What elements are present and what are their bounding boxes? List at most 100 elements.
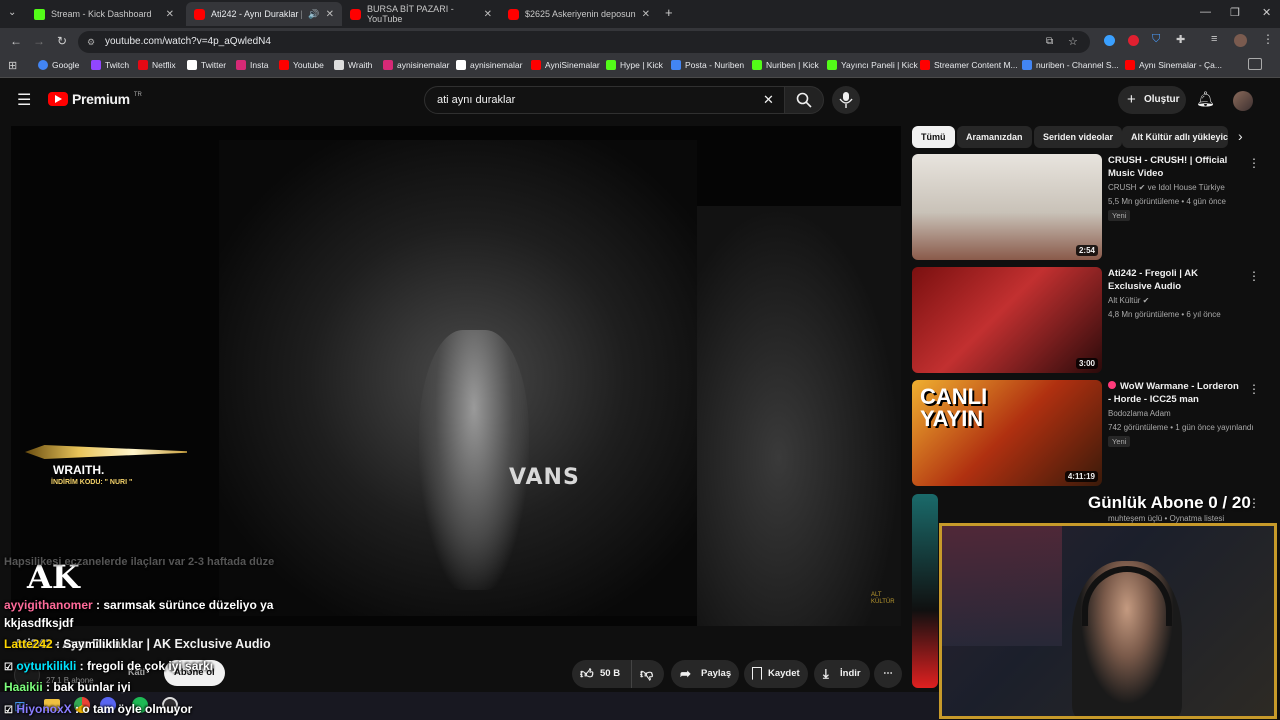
video-thumbnail[interactable]: CANLI YAYIN 4:11:19: [912, 380, 1102, 486]
x-icon: [456, 60, 466, 70]
youtube-icon: [279, 60, 289, 70]
tab-search-icon[interactable]: ⌄: [8, 7, 16, 18]
bookmark-item[interactable]: Google: [38, 60, 79, 70]
create-button[interactable]: + Oluştur: [1118, 86, 1186, 114]
channel-name[interactable]: CRUSH ✔ ve Idol House Türkiye: [1108, 183, 1225, 192]
address-bar[interactable]: ⚙ youtube.com/watch?v=4p_aQwledN4 ⧉ ☆: [78, 31, 1090, 53]
bookmark-item[interactable]: Nuriben | Kick: [752, 60, 819, 70]
chat-username: ayyigithanomer: [4, 598, 93, 612]
tab-current-video[interactable]: Ati242 - Aynı Duraklar | AK 🔊 ✕: [186, 2, 342, 26]
profile-avatar[interactable]: [1234, 34, 1247, 47]
other-bookmarks-icon[interactable]: [1248, 58, 1262, 70]
bookmark-item[interactable]: Streamer Content M...: [920, 60, 1018, 70]
chevron-right-icon[interactable]: ›: [1238, 128, 1243, 144]
bookmark-item[interactable]: Yayıncı Paneli | Kick: [827, 60, 918, 70]
download-button[interactable]: ⤓ İndir: [814, 660, 870, 688]
speaker-icon[interactable]: 🔊: [308, 9, 319, 20]
bookmark-item[interactable]: Youtube: [279, 60, 324, 70]
new-tab-icon[interactable]: +: [665, 5, 673, 20]
youtube-icon: [531, 60, 541, 70]
like-button[interactable]: 👍︎ 50 B: [572, 660, 632, 688]
youtube-play-icon: [48, 92, 68, 106]
bookmark-item[interactable]: nuriben - Channel S...: [1022, 60, 1119, 70]
share-button[interactable]: ➦ Paylaş: [671, 660, 739, 688]
close-icon[interactable]: ✕: [166, 9, 174, 20]
bookmark-item[interactable]: Posta - Nuriben: [671, 60, 744, 70]
cast-icon[interactable]: ⧉: [1046, 31, 1053, 53]
extension-icon[interactable]: [1128, 35, 1139, 46]
bookmark-item[interactable]: Aynı Sinemalar - Ça...: [1125, 60, 1222, 70]
more-options-icon[interactable]: ⋮: [1248, 269, 1260, 283]
window-close-icon[interactable]: ✕: [1262, 6, 1271, 19]
tab-kick-dashboard[interactable]: Stream - Kick Dashboard ✕: [26, 2, 182, 26]
account-avatar[interactable]: [1233, 91, 1253, 111]
apps-grid-icon[interactable]: ⊞: [8, 59, 17, 72]
youtube-logo[interactable]: Premium TR: [48, 91, 142, 107]
bookmark-item[interactable]: aynisinemalar: [383, 60, 449, 70]
channel-icon: [1022, 60, 1032, 70]
reload-icon[interactable]: ↻: [57, 34, 67, 48]
forward-icon[interactable]: →: [33, 34, 45, 48]
close-icon[interactable]: ✕: [642, 9, 650, 20]
bookmark-item[interactable]: Netflix: [138, 60, 176, 70]
notifications-bell-icon[interactable]: 🔔︎: [1196, 90, 1215, 108]
search-input[interactable]: ati aynı duraklar ✕: [424, 86, 788, 114]
bookmark-item[interactable]: Twitter: [187, 60, 226, 70]
bookmark-item[interactable]: aynisinemalar: [456, 60, 522, 70]
tab-askeriye[interactable]: $2625 Askeriyenin deposunu a ✕: [500, 2, 658, 26]
close-icon[interactable]: ✕: [326, 9, 334, 20]
search-button[interactable]: [784, 86, 824, 114]
recommendation-item[interactable]: 3:00 Ati242 - Fregoli | AK Exclusive Aud…: [912, 267, 1278, 375]
more-options-icon[interactable]: ⋮: [1248, 382, 1260, 396]
bookmark-item[interactable]: Wraith: [334, 60, 372, 70]
bookmark-star-icon[interactable]: ☆: [1068, 31, 1078, 53]
extensions-puzzle-icon[interactable]: ✚: [1176, 33, 1185, 46]
save-button[interactable]: Kaydet: [744, 660, 808, 688]
youtube-header: ☰ Premium TR ati aynı duraklar ✕ + Oluşt…: [0, 78, 1280, 122]
maximize-icon[interactable]: ❐: [1230, 6, 1240, 19]
chip-series[interactable]: Seriden videolar: [1034, 126, 1123, 148]
chip-all[interactable]: Tümü: [912, 126, 955, 148]
channel-name[interactable]: Alt Kültür ✔: [1108, 296, 1149, 305]
video-thumbnail[interactable]: 3:00: [912, 267, 1102, 373]
view-meta: 5,5 Mn görüntüleme • 4 gün önce: [1108, 197, 1226, 206]
live-dot-icon: [1108, 381, 1116, 389]
hamburger-menu-icon[interactable]: ☰: [17, 90, 31, 110]
bookmark-item[interactable]: AyniSinemalar: [531, 60, 600, 70]
video-title[interactable]: WoW Warmane - Lorderon - Horde - ICC25 m…: [1108, 380, 1244, 406]
video-thumbnail[interactable]: 2:54: [912, 154, 1102, 260]
duration-badge: 3:00: [1075, 358, 1098, 369]
video-player[interactable]: VANS ALT KÜLTÜR WRAITH. İNDİRİM KODU: " …: [11, 126, 901, 626]
clear-search-icon[interactable]: ✕: [763, 87, 774, 113]
back-icon[interactable]: ←: [10, 34, 22, 48]
bookmark-item[interactable]: Twitch: [91, 60, 129, 70]
media-icon[interactable]: ≡: [1211, 33, 1217, 45]
playlist-thumbnail[interactable]: [912, 494, 938, 688]
channel-name[interactable]: Bodozlama Adam: [1108, 409, 1171, 418]
recommendation-item[interactable]: CANLI YAYIN 4:11:19 WoW Warmane - Lordero…: [912, 380, 1278, 488]
minimize-icon[interactable]: —: [1200, 6, 1211, 18]
shield-icon[interactable]: ⛉: [1152, 33, 1160, 46]
video-title[interactable]: Ati242 - Fregoli | AK Exclusive Audio: [1108, 267, 1244, 293]
bookmark-item[interactable]: Insta: [236, 60, 268, 70]
share-icon: ➦: [680, 666, 691, 681]
bookmark-item[interactable]: Hype | Kick: [606, 60, 663, 70]
voice-search-button[interactable]: [832, 86, 860, 114]
recommendation-item[interactable]: 2:54 CRUSH - CRUSH! | Official Music Vid…: [912, 154, 1278, 262]
sponsor-brand: WRAITH.: [53, 463, 105, 477]
chip-uploader[interactable]: Alt Kültür adlı yükleyic: [1122, 126, 1228, 148]
tab-bursa[interactable]: BURSA BİT PAZARI - YouTube ✕: [342, 2, 500, 26]
chip-from-search[interactable]: Aramanızdan: [957, 126, 1032, 148]
more-options-icon[interactable]: ⋮: [1248, 156, 1260, 170]
tab-title: BURSA BİT PAZARI - YouTube: [367, 4, 454, 24]
kick-icon: [827, 60, 837, 70]
kick-icon: [606, 60, 616, 70]
menu-kebab-icon[interactable]: ⋮: [1262, 32, 1274, 46]
video-title[interactable]: CRUSH - CRUSH! | Official Music Video: [1108, 154, 1244, 180]
site-info-icon[interactable]: ⚙: [87, 31, 95, 53]
extension-icon[interactable]: [1104, 35, 1115, 46]
more-actions-button[interactable]: ⋯: [874, 660, 902, 688]
dislike-button[interactable]: 👎︎: [632, 660, 664, 688]
logo-country: TR: [133, 92, 142, 98]
close-icon[interactable]: ✕: [484, 9, 492, 20]
